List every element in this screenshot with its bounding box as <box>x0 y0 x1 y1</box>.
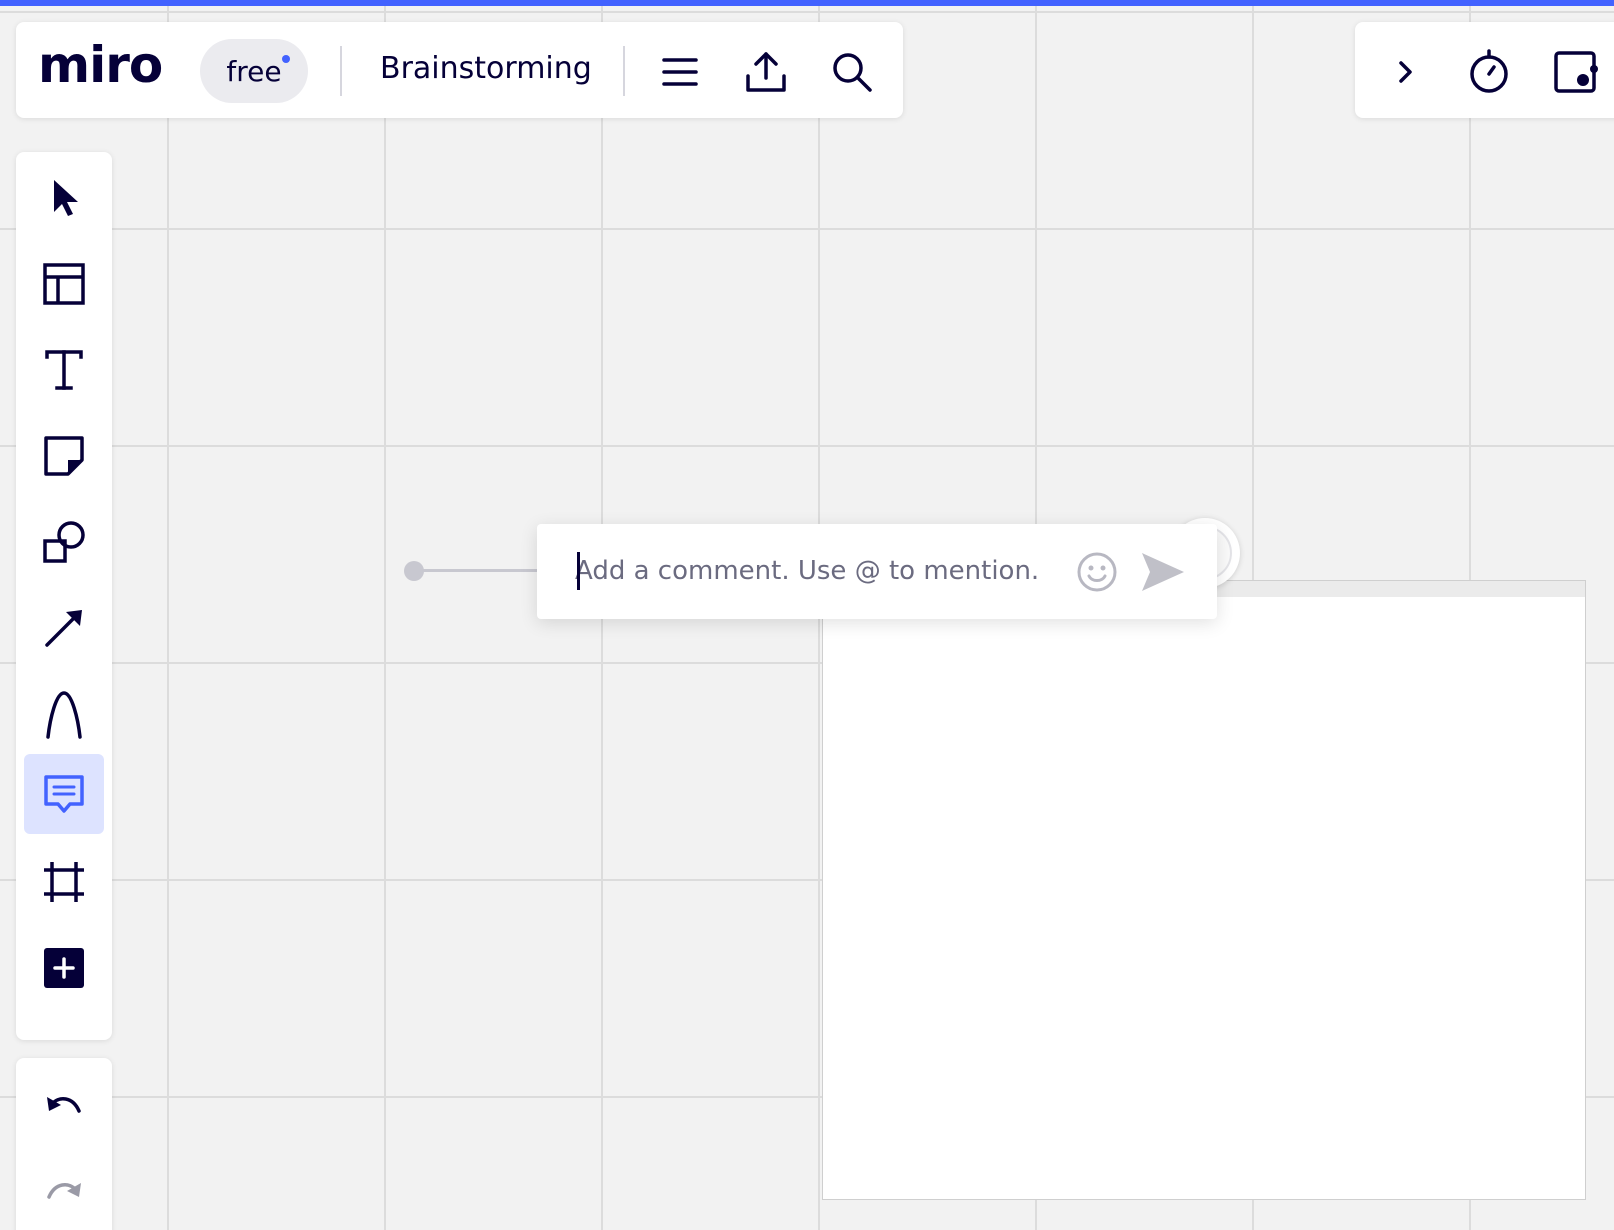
export-icon <box>746 52 786 92</box>
text-icon <box>45 350 83 390</box>
plan-badge-label: free <box>226 54 282 88</box>
smiley-icon <box>1077 552 1117 592</box>
top-right-toolbar <box>1355 22 1614 118</box>
comment-popup <box>537 524 1217 619</box>
emoji-button[interactable] <box>1075 550 1119 594</box>
tool-comment[interactable] <box>24 754 104 834</box>
pointer-icon <box>54 180 78 216</box>
templates-icon <box>43 263 85 305</box>
search-button[interactable] <box>828 48 876 96</box>
comment-anchor-dot[interactable] <box>404 561 424 581</box>
arrow-icon <box>45 610 82 647</box>
comment-connector-line <box>414 569 540 572</box>
expand-toolbar-button[interactable] <box>1381 48 1429 96</box>
history-toolbar <box>16 1058 112 1230</box>
top-toolbar: miro free Brainstorming <box>16 22 903 118</box>
chevron-right-icon <box>1399 61 1412 83</box>
plan-notification-dot <box>282 55 290 63</box>
text-caret <box>577 552 580 590</box>
menu-button[interactable] <box>656 48 704 96</box>
timer-icon <box>1470 49 1508 93</box>
tool-sticky-note[interactable] <box>24 416 104 496</box>
plan-badge[interactable]: free <box>200 39 308 103</box>
presentation-button[interactable] <box>1551 48 1599 96</box>
comment-input[interactable] <box>575 548 1055 594</box>
menu-icon <box>662 58 698 86</box>
redo-button[interactable] <box>24 1156 104 1230</box>
plus-icon <box>44 948 84 988</box>
divider <box>340 46 342 96</box>
tool-more-apps[interactable] <box>24 928 104 1008</box>
send-icon <box>1142 553 1184 591</box>
undo-icon <box>47 1097 81 1113</box>
board-title[interactable]: Brainstorming <box>380 49 592 89</box>
tool-select[interactable] <box>24 158 104 238</box>
presentation-icon <box>1554 51 1598 93</box>
undo-button[interactable] <box>24 1070 104 1150</box>
redo-icon <box>47 1183 81 1199</box>
export-button[interactable] <box>742 48 790 96</box>
comment-icon <box>44 775 84 813</box>
shapes-icon <box>43 521 85 563</box>
top-accent-bar <box>0 0 1614 6</box>
board-frame[interactable] <box>822 580 1586 1200</box>
tool-pen[interactable] <box>24 674 104 754</box>
tool-connection-line[interactable] <box>24 588 104 668</box>
tool-shapes[interactable] <box>24 502 104 582</box>
search-icon <box>833 53 872 92</box>
miro-logo[interactable]: miro <box>38 40 163 90</box>
tools-sidebar <box>16 152 112 1040</box>
tool-templates[interactable] <box>24 244 104 324</box>
timer-button[interactable] <box>1465 48 1513 96</box>
tool-text[interactable] <box>24 330 104 410</box>
pen-icon <box>46 691 82 739</box>
send-button[interactable] <box>1139 548 1187 596</box>
frame-icon <box>44 862 84 902</box>
sticky-note-icon <box>44 436 84 476</box>
tool-frame[interactable] <box>24 842 104 922</box>
divider <box>623 46 625 96</box>
